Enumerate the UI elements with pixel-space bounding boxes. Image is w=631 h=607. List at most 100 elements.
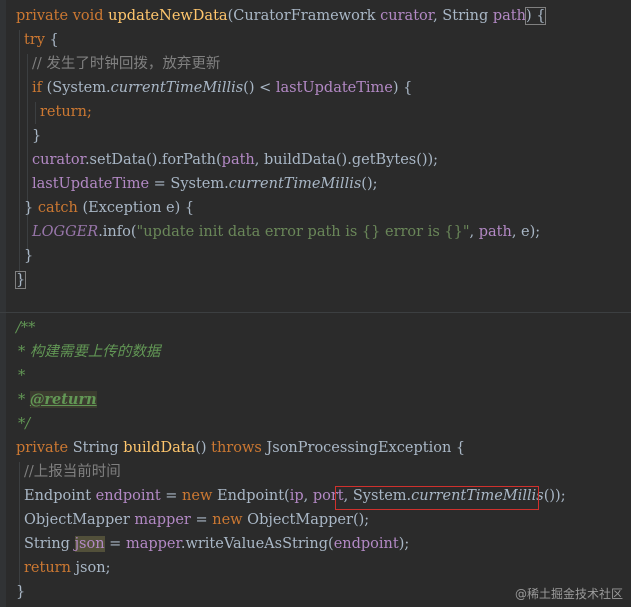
token-param: path <box>478 224 512 240</box>
token-variable: endpoint <box>333 536 399 552</box>
token-semicolon: ; <box>86 104 92 120</box>
token-method-name: updateNewData <box>108 8 228 24</box>
code-line-18[interactable]: private String buildData() throws JsonPr… <box>16 436 465 460</box>
token-variable: endpoint <box>95 488 161 504</box>
token-type: ObjectMapper <box>24 512 135 528</box>
token-text: () < <box>243 80 276 96</box>
token-text: ) { <box>392 80 413 96</box>
code-line-19[interactable]: //上报当前时间 <box>24 460 121 484</box>
token-text: , <box>469 224 479 240</box>
code-line-15[interactable]: * <box>18 364 25 388</box>
code-line-14[interactable]: * 构建需要上传的数据 <box>18 340 160 364</box>
token-text: , buildData().getBytes()); <box>254 152 439 168</box>
editor-gutter <box>0 0 6 607</box>
token-brace: } <box>24 248 34 264</box>
token-keyword: private <box>16 440 69 456</box>
code-line-4[interactable]: if (System.currentTimeMillis() < lastUpd… <box>32 76 412 100</box>
code-line-23[interactable]: return json; <box>24 556 110 580</box>
token-text: = <box>190 512 213 528</box>
token-string: "update init data error path is {} error… <box>136 224 470 240</box>
token-text: (Exception e) { <box>77 200 195 216</box>
token-keyword: catch <box>37 200 78 216</box>
token-text: ); <box>398 536 410 552</box>
token-doc-comment: * <box>18 392 30 408</box>
indent-guide <box>19 462 20 592</box>
code-line-16[interactable]: * @return <box>18 388 97 412</box>
token-comment: // 发生了时钟回拨，放弃更新 <box>32 56 221 72</box>
token-keyword: try <box>24 32 45 48</box>
code-line-22[interactable]: String json = mapper.writeValueAsString(… <box>24 532 409 556</box>
method-separator <box>0 312 631 313</box>
watermark: @稀土掘金技术社区 <box>514 587 623 601</box>
code-line-1[interactable]: private void updateNewData(CuratorFramew… <box>16 4 547 28</box>
token-brace: } <box>16 584 26 600</box>
token-text: = <box>104 536 126 552</box>
token-type: String <box>24 536 75 552</box>
token-text: ObjectMapper(); <box>242 512 370 528</box>
token-keyword: return <box>40 104 87 120</box>
code-line-8[interactable]: lastUpdateTime = System.currentTimeMilli… <box>32 172 377 196</box>
token-text: () <box>195 440 212 456</box>
token-comment: //上报当前时间 <box>24 464 121 480</box>
token-text: = <box>160 488 183 504</box>
code-line-21[interactable]: ObjectMapper mapper = new ObjectMapper()… <box>24 508 369 532</box>
token-keyword: if <box>32 80 43 96</box>
indent-guide <box>27 54 28 254</box>
token-field: lastUpdateTime <box>32 176 150 192</box>
token-text: , String <box>433 8 493 24</box>
token-doc-tag: @return <box>29 391 97 408</box>
token-param: path <box>221 152 255 168</box>
code-line-6[interactable]: } <box>32 124 41 148</box>
code-line-11[interactable]: } <box>24 244 33 268</box>
token-variable: mapper <box>125 536 181 552</box>
token-text: = System. <box>149 176 229 192</box>
token-keyword: return <box>24 560 71 576</box>
token-variable-highlighted: json <box>74 536 105 552</box>
token-brace: } <box>32 128 42 144</box>
token-text: , e); <box>511 224 541 240</box>
highlight-box <box>335 486 539 510</box>
token-method-name: buildData <box>123 440 196 456</box>
code-line-3[interactable]: // 发生了时钟回拨，放弃更新 <box>32 52 220 76</box>
token-doc-comment: /** <box>16 320 36 336</box>
token-text: { <box>44 32 59 48</box>
token-field: ip <box>289 488 304 504</box>
token-keyword: new <box>212 512 243 528</box>
token-doc-comment: * <box>18 368 26 384</box>
token-doc-comment: */ <box>18 416 31 432</box>
token-text: .writeValueAsString( <box>180 536 334 552</box>
token-static-method: currentTimeMillis <box>228 176 362 192</box>
code-line-7[interactable]: curator.setData().forPath(path, buildDat… <box>32 148 438 172</box>
token-text: String <box>68 440 124 456</box>
token-brace: } <box>24 200 38 216</box>
token-text: json; <box>70 560 111 576</box>
code-editor[interactable]: private void updateNewData(CuratorFramew… <box>0 0 631 607</box>
token-brace: ) { <box>524 7 547 25</box>
token-text: JsonProcessingException { <box>261 440 466 456</box>
code-line-17[interactable]: */ <box>18 412 30 436</box>
code-line-12[interactable]: } <box>14 268 27 292</box>
code-line-10[interactable]: LOGGER.info("update init data error path… <box>32 220 540 244</box>
code-line-9[interactable]: } catch (Exception e) { <box>24 196 194 220</box>
token-keyword: private <box>16 8 69 24</box>
code-line-5[interactable]: return; <box>40 100 92 124</box>
code-line-2[interactable]: try { <box>24 28 59 52</box>
token-text: .setData().forPath( <box>84 152 222 168</box>
token-doc-comment: * 构建需要上传的数据 <box>18 344 161 360</box>
token-variable: mapper <box>134 512 191 528</box>
token-text: (CuratorFramework <box>227 8 381 24</box>
token-param: curator <box>380 8 434 24</box>
token-field: curator <box>32 152 85 168</box>
token-constant: LOGGER <box>32 224 99 240</box>
token-text: .info( <box>98 224 137 240</box>
code-line-13[interactable]: /** <box>16 316 35 340</box>
token-param: path <box>492 8 526 24</box>
code-line-24[interactable]: } <box>16 580 25 604</box>
token-text: , <box>303 488 313 504</box>
indent-guide <box>19 30 20 282</box>
token-text: Endpoint( <box>212 488 290 504</box>
token-keyword: throws <box>211 440 262 456</box>
token-keyword: void <box>72 8 104 24</box>
token-text: ()); <box>543 488 566 504</box>
token-brace: } <box>14 271 27 289</box>
